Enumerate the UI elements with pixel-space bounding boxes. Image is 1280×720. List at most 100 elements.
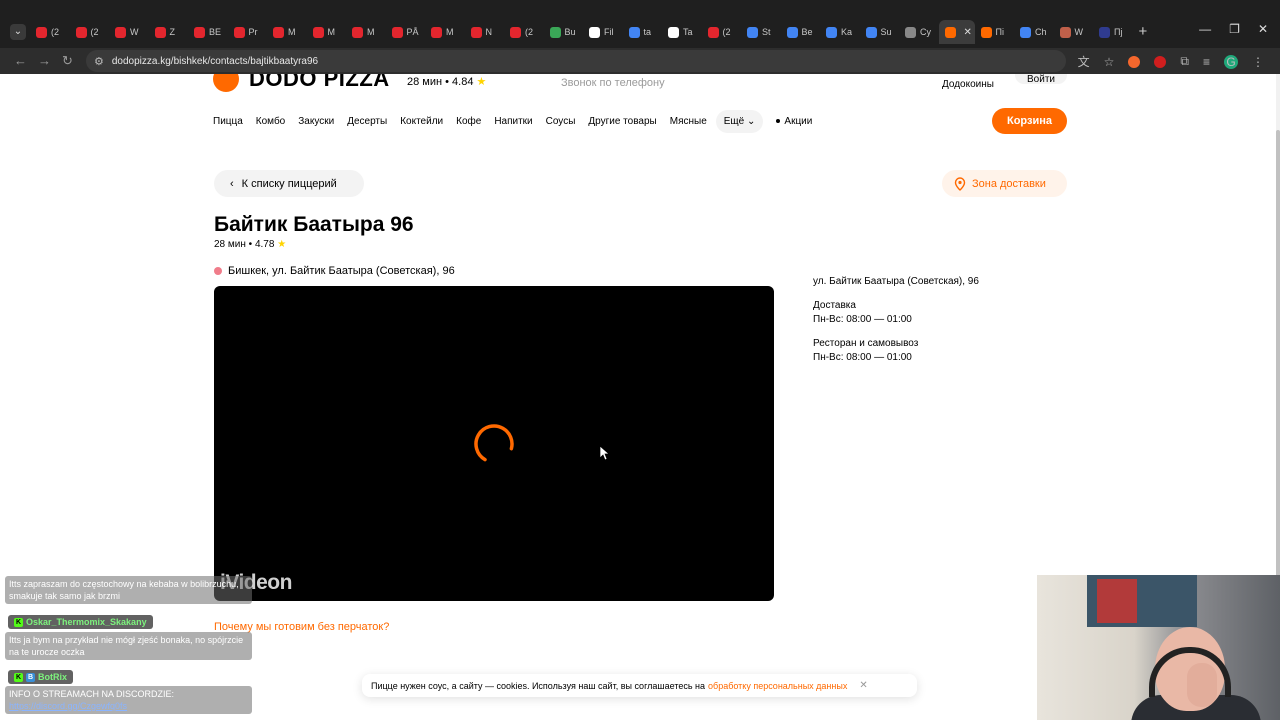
browser-tab[interactable]: Пј: [1093, 23, 1133, 41]
browser-tab[interactable]: PÅ: [386, 23, 426, 41]
menu-item-promo[interactable]: Акции: [776, 116, 812, 127]
browser-tab[interactable]: M: [425, 23, 465, 41]
close-icon[interactable]: ✕: [859, 680, 867, 691]
address-bar[interactable]: ⚙ dodopizza.kg/bishkek/contacts/bajtikba…: [86, 50, 1066, 72]
browser-tab[interactable]: Be: [781, 23, 821, 41]
browser-tab[interactable]: ta: [623, 23, 663, 41]
browser-tab[interactable]: M: [267, 23, 307, 41]
browser-tab[interactable]: W: [109, 23, 149, 41]
menu-item[interactable]: Десерты: [347, 116, 387, 127]
chat-message: Itts zapraszam do częstochowy na kebaba …: [5, 576, 252, 604]
menu-item[interactable]: Напитки: [494, 116, 532, 127]
tab-favicon-icon: [1059, 26, 1071, 38]
tab-search-button[interactable]: ⌄: [10, 24, 26, 40]
menu-item[interactable]: Пицца: [213, 116, 243, 127]
tab-favicon-icon: [154, 26, 166, 38]
browser-tab[interactable]: Ch: [1014, 23, 1054, 41]
close-tab-icon[interactable]: ✕: [964, 27, 972, 38]
tab-favicon-icon: [589, 26, 600, 38]
tab-favicon-icon: [628, 26, 640, 38]
kitchen-video-player[interactable]: iVideon: [214, 286, 774, 601]
forward-arrow-icon[interactable]: →: [38, 53, 51, 68]
reload-icon[interactable]: ↻: [62, 53, 73, 69]
dodocoins-label[interactable]: Додокоины: [942, 79, 994, 90]
browser-tab[interactable]: M: [346, 23, 386, 41]
tab-label: Cy: [920, 27, 931, 37]
profile-avatar[interactable]: G: [1224, 54, 1238, 69]
menu-item[interactable]: Коктейли: [400, 116, 443, 127]
browser-tab[interactable]: St: [741, 23, 781, 41]
browser-tab[interactable]: BE: [188, 23, 228, 41]
tab-label: (2: [525, 27, 534, 37]
dodo-logo-text: DODO PIZZA: [249, 74, 390, 91]
adblock-extension-icon[interactable]: [1154, 55, 1167, 68]
bookmark-star-icon[interactable]: ☆: [1104, 55, 1115, 69]
browser-tab[interactable]: N: [465, 23, 505, 41]
phone-call-label[interactable]: Звонок по телефону: [561, 77, 665, 89]
toolbar-icons: 文 ☆ ⧉ ≡ G ⋮: [1078, 53, 1264, 70]
tab-favicon-icon: [312, 26, 324, 38]
browser-tab[interactable]: Pr: [228, 23, 268, 41]
menu-item[interactable]: Комбо: [256, 116, 285, 127]
menu-more-button[interactable]: Ещё ⌄: [715, 110, 764, 133]
promo-label: Акции: [784, 116, 813, 127]
tab-favicon-icon: [510, 26, 521, 38]
tab-favicon-icon: [391, 26, 403, 38]
menu-item[interactable]: Мясные: [670, 116, 707, 127]
info-restaurant: Ресторан и самовывоз Пн-Вс: 08:00 — 01:0…: [813, 337, 979, 365]
minimize-icon[interactable]: —: [1199, 22, 1211, 36]
restore-icon[interactable]: ❐: [1229, 22, 1240, 36]
dodo-logo[interactable]: DODO PIZZA: [213, 74, 390, 92]
tab-label: Z: [169, 27, 176, 37]
site-info-icon[interactable]: ⚙: [94, 55, 104, 68]
menu-more-label: Ещё: [723, 116, 745, 127]
extension-icon[interactable]: [1128, 55, 1141, 68]
browser-tab[interactable]: Пі: [975, 23, 1015, 41]
tab-favicon-icon: [865, 26, 877, 38]
new-tab-icon[interactable]: +: [1139, 23, 1148, 41]
browser-tab[interactable]: Cy: [899, 23, 939, 41]
translate-icon[interactable]: 文: [1078, 53, 1090, 70]
browser-tab[interactable]: Fil: [583, 23, 623, 41]
header-delivery-time: 28 мин: [407, 76, 443, 88]
chevron-down-icon: ⌄: [744, 116, 756, 127]
browser-tab[interactable]: Ta: [662, 23, 702, 41]
star-icon: ★: [277, 239, 287, 250]
chevron-left-icon: ‹: [230, 177, 234, 190]
browser-tab[interactable]: Bu: [544, 23, 584, 41]
browser-tab[interactable]: Su: [860, 23, 900, 41]
pizzeria-address: Бишкек, ул. Байтик Баатыра (Советская), …: [214, 265, 455, 277]
menu-item[interactable]: Закуски: [298, 116, 334, 127]
browser-tab[interactable]: (2: [30, 23, 70, 41]
page-scrollbar-thumb[interactable]: [1276, 130, 1280, 650]
tab-label: Пј: [1114, 27, 1123, 37]
browser-menu-icon[interactable]: ⋮: [1252, 55, 1264, 69]
browser-tab[interactable]: (2: [702, 23, 742, 41]
extensions-puzzle-icon[interactable]: ⧉: [1180, 54, 1189, 69]
browser-tab[interactable]: ✕: [938, 20, 975, 44]
delivery-zone-button[interactable]: Зона доставки: [942, 170, 1067, 197]
promo-dot-icon: [776, 118, 781, 123]
login-button[interactable]: Войти: [1015, 74, 1067, 84]
menu-item[interactable]: Кофе: [456, 116, 481, 127]
browser-tab[interactable]: (2: [504, 23, 544, 41]
tab-label: M: [446, 27, 454, 37]
browser-tab[interactable]: Z: [149, 23, 189, 41]
star-icon: ★: [476, 76, 487, 88]
back-to-pizzerias-button[interactable]: ‹ К списку пиццерий: [214, 170, 364, 197]
main-menu: Пицца Комбо Закуски Десерты Коктейли Кофе Напи…: [213, 110, 812, 133]
cart-button[interactable]: Корзина: [992, 108, 1067, 134]
browser-tab[interactable]: W: [1054, 23, 1094, 41]
browser-tab[interactable]: (2: [70, 23, 110, 41]
tab-label: (2: [90, 27, 99, 37]
browser-tab[interactable]: M: [307, 23, 347, 41]
privacy-link[interactable]: обработку персональных данных: [708, 681, 847, 691]
browser-tab[interactable]: Ka: [820, 23, 860, 41]
tab-favicon-icon: [905, 26, 916, 38]
menu-item[interactable]: Другие товары: [588, 116, 656, 127]
back-arrow-icon[interactable]: ←: [14, 53, 27, 68]
close-window-icon[interactable]: ✕: [1258, 22, 1268, 36]
menu-item[interactable]: Соусы: [546, 116, 576, 127]
header-delivery-meta: 28 мин • 4.84 ★: [407, 76, 487, 88]
media-control-icon[interactable]: ≡: [1203, 55, 1210, 69]
